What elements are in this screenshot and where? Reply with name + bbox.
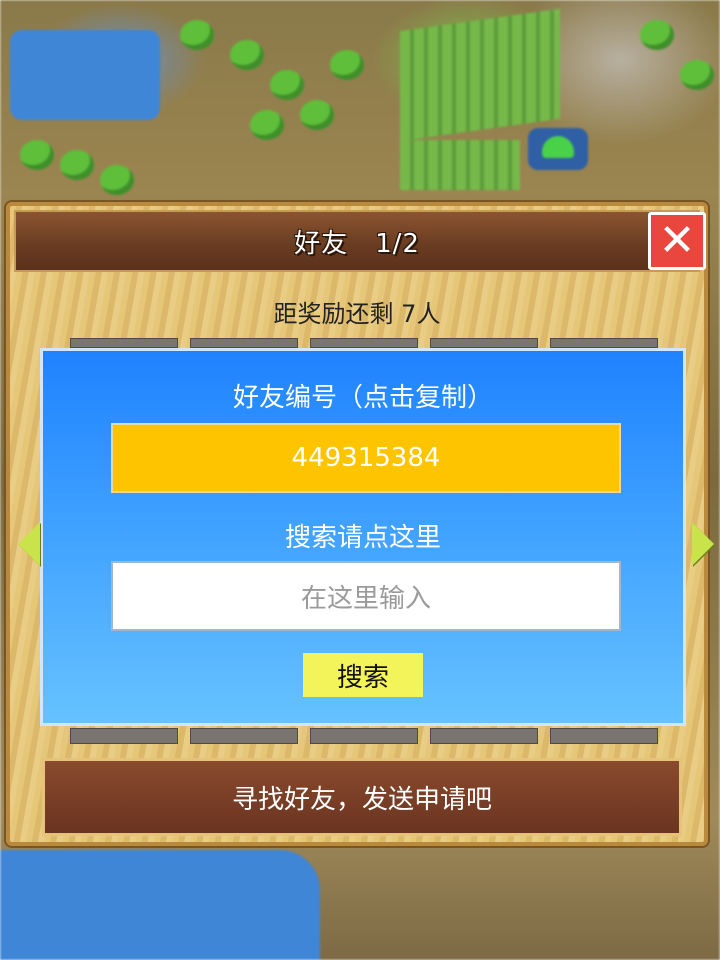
sea [0, 850, 320, 960]
tree [640, 20, 674, 50]
tree [330, 50, 364, 80]
find-friends-button[interactable]: 寻找好友，发送申请吧 [42, 758, 682, 836]
friend-panel: 好友编号（点击复制） 449315384 搜索请点这里 在这里输入 搜索 [40, 348, 686, 726]
tab-strip-top [70, 338, 658, 348]
search-button-label: 搜索 [336, 662, 389, 693]
tab-strip-bottom [70, 728, 658, 744]
title-bar: 好友 1/2 [14, 210, 700, 272]
tab-slot [550, 338, 658, 348]
tree [230, 40, 264, 70]
tree [60, 150, 94, 180]
friends-dialog: 好友 1/2 ✕ 距奖励还剩 7人 好友编号（点击复制） 449315384 搜… [6, 202, 714, 846]
pool [10, 30, 160, 120]
friend-id-copy-button[interactable]: 449315384 [111, 423, 621, 493]
tree [180, 20, 214, 50]
close-button[interactable]: ✕ [648, 212, 706, 270]
tree [680, 60, 714, 90]
arrow-left-icon[interactable] [18, 522, 40, 566]
tab-slot [310, 728, 418, 744]
find-friends-label: 寻找好友，发送申请吧 [231, 784, 492, 815]
crop-field [400, 8, 560, 142]
reward-remaining-text: 距奖励还剩 7人 [273, 300, 441, 328]
tab-slot [190, 728, 298, 744]
search-button[interactable]: 搜索 [303, 653, 423, 697]
tab-slot [70, 728, 178, 744]
tab-slot [190, 338, 298, 348]
building-icon [528, 128, 588, 170]
tab-slot [550, 728, 658, 744]
search-input[interactable]: 在这里输入 [111, 561, 621, 631]
tree [300, 100, 334, 130]
tab-slot [310, 338, 418, 348]
tree [20, 140, 54, 170]
search-label: 搜索请点这里 [284, 523, 441, 553]
crop-field [400, 140, 520, 190]
tab-slot [70, 338, 178, 348]
close-icon: ✕ [658, 215, 696, 266]
tab-slot [430, 728, 538, 744]
tree [100, 165, 134, 195]
dialog-title: 好友 1/2 [294, 228, 420, 259]
arrow-right-icon[interactable] [692, 522, 714, 566]
tree [250, 110, 284, 140]
search-placeholder: 在这里输入 [300, 583, 431, 614]
tree [270, 70, 304, 100]
friend-id-label: 好友编号（点击复制） [232, 383, 493, 413]
friend-id-value: 449315384 [291, 443, 441, 473]
tab-slot [430, 338, 538, 348]
